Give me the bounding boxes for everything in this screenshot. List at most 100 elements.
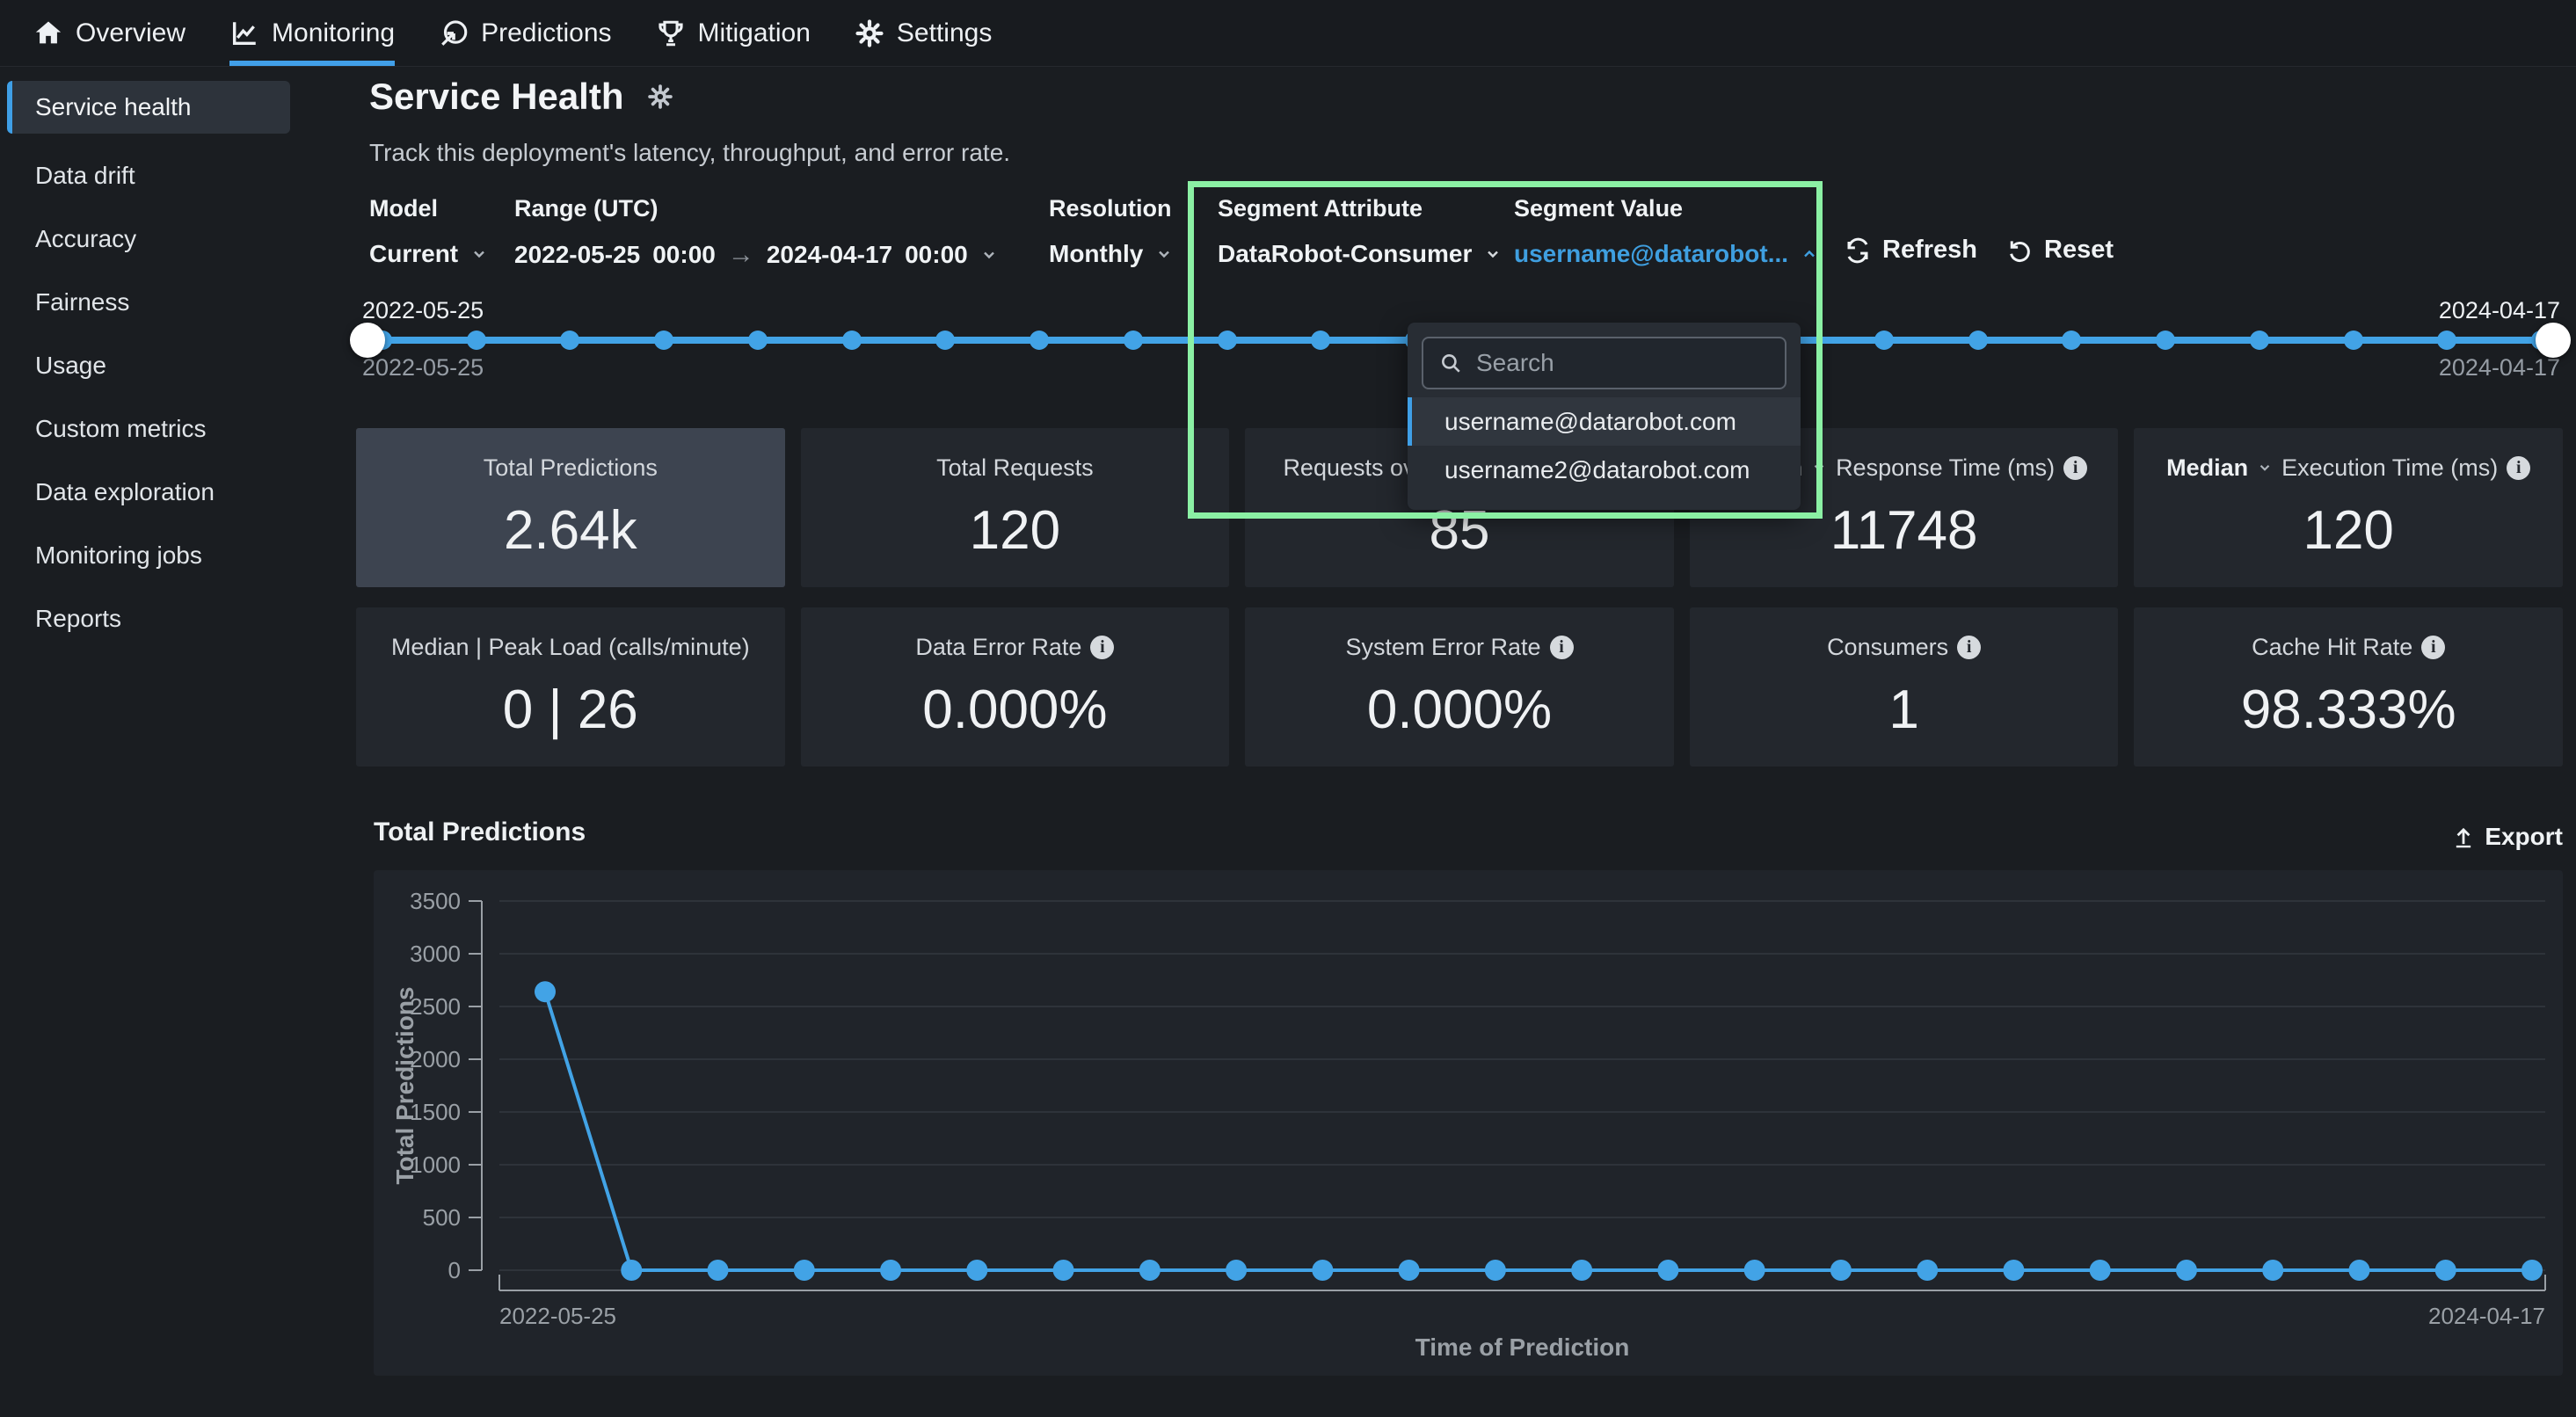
resolution-control: Resolution Monthly [1049, 195, 1173, 268]
page-title-row: Service Health [369, 76, 673, 118]
svg-text:2022-05-25: 2022-05-25 [499, 1303, 616, 1329]
chevron-up-icon [1801, 245, 1818, 263]
tab-label: Settings [897, 18, 992, 48]
refresh-button[interactable]: Refresh [1845, 236, 1977, 265]
tile-total-predictions[interactable]: Total Predictions 2.64k [356, 428, 785, 587]
page-subtitle: Track this deployment's latency, through… [369, 139, 1010, 167]
tile-value: 0 | 26 [503, 679, 638, 741]
timeline-point [1874, 331, 1894, 350]
resolution-label: Resolution [1049, 195, 1173, 222]
sidebar-item-data-drift[interactable]: Data drift [0, 144, 306, 207]
chevron-down-icon [980, 246, 998, 264]
segment-value-label: Segment Value [1514, 195, 1818, 222]
sidebar-item-monitoring-jobs[interactable]: Monitoring jobs [0, 524, 306, 587]
tile-system-error-rate[interactable]: System Error Rate 0.000% [1245, 607, 1674, 767]
range-end-time: 00:00 [905, 241, 968, 269]
info-icon[interactable] [1090, 636, 1114, 659]
tab-label: Monitoring [272, 18, 395, 48]
chevron-down-icon [1155, 245, 1173, 263]
segment-value-dropdown: username@datarobot.com username2@datarob… [1408, 323, 1801, 510]
timeline-point [467, 331, 486, 350]
search-input[interactable] [1476, 349, 1769, 377]
refresh-icon [1845, 237, 1871, 264]
tile-value: 1 [1888, 679, 1918, 741]
metric-tiles-row-2: Median | Peak Load (calls/minute) 0 | 26… [356, 607, 2563, 767]
timeline-point [560, 331, 579, 350]
dropdown-option-username2[interactable]: username2@datarobot.com [1408, 446, 1801, 494]
timeline-point [1030, 331, 1049, 350]
service-health-page: Overview Monitoring Predictions Mitigati… [0, 0, 2576, 1417]
tile-consumers[interactable]: Consumers 1 [1690, 607, 2119, 767]
svg-text:Total Predictions: Total Predictions [391, 986, 418, 1184]
sidebar-item-accuracy[interactable]: Accuracy [0, 207, 306, 271]
tab-monitoring[interactable]: Monitoring [229, 0, 395, 66]
settings-gear-icon[interactable] [647, 84, 673, 110]
tile-total-requests[interactable]: Total Requests 120 [801, 428, 1230, 587]
info-icon[interactable] [1957, 636, 1981, 659]
export-button[interactable]: Export [2451, 823, 2563, 851]
timeline-point [654, 331, 673, 350]
segment-attribute-label: Segment Attribute [1218, 195, 1502, 222]
timeline-point [2250, 331, 2269, 350]
sidebar-item-reports[interactable]: Reports [0, 587, 306, 650]
page-title: Service Health [369, 76, 624, 118]
tile-cache-hit-rate[interactable]: Cache Hit Rate 98.333% [2134, 607, 2563, 767]
info-icon[interactable] [2507, 456, 2530, 480]
tab-label: Predictions [481, 18, 611, 48]
timeline-point [1968, 331, 1988, 350]
tile-value: 2.64k [504, 499, 637, 562]
tile-value: 98.333% [2241, 679, 2456, 741]
chevron-down-icon[interactable] [1811, 460, 1827, 476]
info-icon[interactable] [1550, 636, 1574, 659]
chart-line-icon [229, 18, 259, 48]
timeline-point [748, 331, 768, 350]
tab-settings[interactable]: Settings [855, 0, 992, 66]
tile-peak-load[interactable]: Median | Peak Load (calls/minute) 0 | 26 [356, 607, 785, 767]
tab-label: Overview [76, 18, 186, 48]
svg-text:3000: 3000 [410, 941, 461, 967]
svg-text:2024-04-17: 2024-04-17 [2428, 1303, 2545, 1329]
timeline-end-date-top: 2024-04-17 [2439, 297, 2560, 324]
timeline-point [1218, 331, 1237, 350]
total-predictions-chart: 05001000150020002500300035002022-05-2520… [374, 870, 2563, 1376]
timeline-point [2062, 331, 2081, 350]
timeline-point [2437, 331, 2456, 350]
range-select[interactable]: 2022-05-25 00:00 → 2024-04-17 00:00 [514, 240, 998, 270]
tab-overview[interactable]: Overview [33, 0, 186, 66]
tile-data-error-rate[interactable]: Data Error Rate 0.000% [801, 607, 1230, 767]
resolution-select[interactable]: Monthly [1049, 240, 1173, 268]
timeline-handle-start[interactable] [350, 323, 385, 358]
info-icon[interactable] [2421, 636, 2445, 659]
sidebar-item-service-health[interactable]: Service health [7, 81, 290, 134]
model-select[interactable]: Current [369, 240, 488, 268]
reset-button[interactable]: Reset [2006, 236, 2114, 265]
tab-mitigation[interactable]: Mitigation [656, 0, 811, 66]
segment-attribute-select[interactable]: DataRobot-Consumer [1218, 240, 1502, 268]
info-icon[interactable] [2063, 456, 2087, 480]
dropdown-search[interactable] [1422, 337, 1786, 389]
timeline-handle-end[interactable] [2536, 323, 2571, 358]
timeline-point [2344, 331, 2363, 350]
arrow-right-icon: → [728, 240, 754, 270]
timeline-start-date-top: 2022-05-25 [362, 297, 484, 324]
dropdown-option-username[interactable]: username@datarobot.com [1408, 397, 1801, 446]
tile-execution-time[interactable]: Median Execution Time (ms) 120 [2134, 428, 2563, 587]
sidebar-item-fairness[interactable]: Fairness [0, 271, 306, 334]
tile-value: 120 [2303, 499, 2393, 562]
trophy-icon [656, 18, 686, 48]
range-start-date: 2022-05-25 [514, 241, 640, 269]
tab-predictions[interactable]: Predictions [439, 0, 611, 66]
range-end-date: 2024-04-17 [767, 241, 892, 269]
sidebar-item-usage[interactable]: Usage [0, 334, 306, 397]
chevron-down-icon [470, 245, 488, 263]
timeline-point [1124, 331, 1143, 350]
timeline-end-date-bottom: 2024-04-17 [2439, 354, 2560, 382]
svg-text:Time of Prediction: Time of Prediction [1415, 1333, 1630, 1361]
sidebar-item-data-exploration[interactable]: Data exploration [0, 461, 306, 524]
model-control: Model Current [369, 195, 488, 268]
segment-value-select[interactable]: username@datarobot... [1514, 240, 1818, 268]
sidebar-item-custom-metrics[interactable]: Custom metrics [0, 397, 306, 461]
tile-value: 0.000% [922, 679, 1107, 741]
chart-title: Total Predictions [374, 818, 586, 847]
chevron-down-icon[interactable] [2257, 460, 2273, 476]
